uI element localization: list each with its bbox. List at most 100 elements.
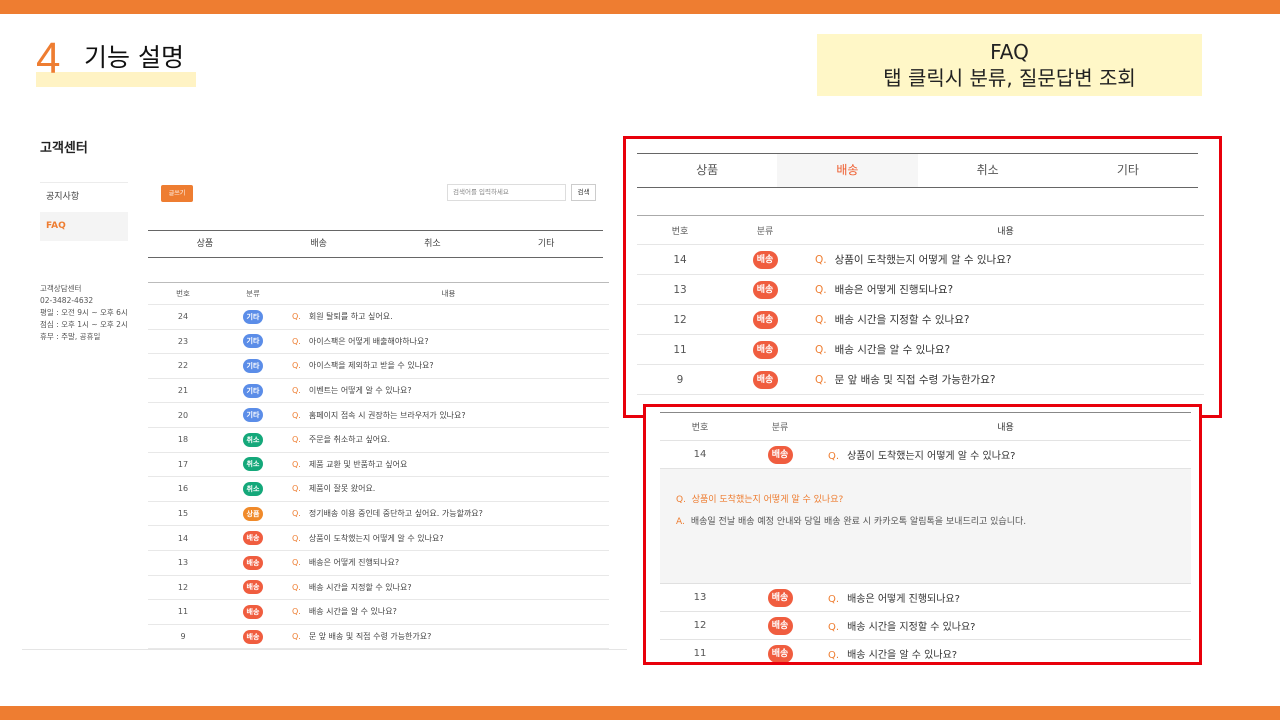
category-badge: 배송 [752, 280, 778, 299]
row-question: Q. 상품이 도착했는지 어떻게 알 수 있나요? [807, 252, 1204, 267]
table-row[interactable]: 13 배송 Q. 배송은 어떻게 진행되나요? [660, 584, 1191, 612]
tab-cancel[interactable]: 취소 [918, 154, 1058, 187]
tab-cancel[interactable]: 취소 [376, 231, 490, 257]
q-marker: Q. [292, 484, 301, 494]
row-question: Q. 배송 시간을 지정할 수 있나요? [807, 312, 1204, 327]
contact-lunch: 점심 : 오후 1시 ~ 오후 2시 [40, 320, 128, 329]
table-row[interactable]: 13 배송 Q. 배송은 어떻게 진행되나요? [637, 275, 1204, 305]
row-question: Q. 상품이 도착했는지 어떻게 알 수 있나요? [288, 533, 609, 544]
category-badge: 배송 [767, 445, 793, 464]
table-row[interactable]: 12 배송 Q. 배송 시간을 지정할 수 있나요? [660, 612, 1191, 640]
table-row[interactable]: 11 배송 Q. 배송 시간을 알 수 있나요? [148, 600, 609, 625]
question-text: 홈페이지 접속 시 권장하는 브라우저가 있나요? [308, 410, 466, 420]
category-badge: 기타 [243, 408, 263, 423]
row-number: 14 [177, 533, 189, 543]
category-badge: 배송 [752, 250, 778, 269]
table-row[interactable]: 18 취소 Q. 주문을 취소하고 싶어요. [148, 428, 609, 453]
row-question: Q. 정기배송 이용 중인데 중단하고 싶어요. 가능할까요? [288, 508, 609, 519]
category-badge: 배송 [243, 531, 263, 546]
side-menu-faq[interactable]: FAQ [40, 212, 128, 241]
answer-question: Q. 상품이 도착했는지 어떻게 알 수 있나요? [676, 489, 1175, 511]
table-row[interactable]: 16 취소 Q. 제품이 잘못 왔어요. [148, 477, 609, 502]
search-button[interactable]: 검색 [571, 184, 596, 201]
question-text: 정기배송 이용 중인데 중단하고 싶어요. 가능할까요? [308, 509, 483, 519]
category-badge: 상품 [243, 506, 263, 521]
q-marker: Q. [828, 594, 840, 605]
answer-text: A. 배송일 전날 배송 예정 안내와 당일 배송 완료 시 카카오톡 알림톡을 … [676, 511, 1175, 533]
table-row[interactable]: 11 배송 Q. 배송 시간을 알 수 있나요? [637, 335, 1204, 365]
category-badge: 취소 [243, 432, 263, 447]
tab-delivery[interactable]: 배송 [262, 231, 376, 257]
q-marker: Q. [815, 254, 827, 266]
contact-holiday: 휴무 : 주말, 공휴일 [40, 332, 101, 341]
row-category-cell: 배송 [218, 580, 288, 595]
row-number: 13 [673, 283, 687, 296]
write-button[interactable]: 글쓰기 [161, 185, 193, 202]
q-marker: Q. [828, 451, 840, 462]
row-question: Q. 주문을 취소하고 싶어요. [288, 434, 609, 445]
table-row[interactable]: 20 기타 Q. 홈페이지 접속 시 권장하는 브라우저가 있나요? [148, 403, 609, 428]
question-text: 주문을 취소하고 싶어요. [308, 435, 391, 445]
category-badge: 취소 [243, 481, 263, 496]
row-category-cell: 배송 [740, 445, 820, 464]
header-number: 번호 [176, 289, 190, 298]
tab-product[interactable]: 상품 [637, 154, 777, 187]
side-menu-notice[interactable]: 공지사항 [40, 183, 128, 212]
table-row[interactable]: 14 배송 Q. 상품이 도착했는지 어떻게 알 수 있나요? [148, 526, 609, 551]
table-row[interactable]: 9 배송 Q. 문 앞 배송 및 직접 수령 가능한가요? [637, 365, 1204, 395]
table-row[interactable]: 22 기타 Q. 아이스팩을 제외하고 받을 수 있나요? [148, 354, 609, 379]
table-row[interactable]: 12 배송 Q. 배송 시간을 지정할 수 있나요? [148, 576, 609, 601]
q-marker: Q. [292, 312, 301, 322]
header-content: 내용 [441, 289, 456, 298]
tab-etc[interactable]: 기타 [489, 231, 603, 257]
tab-etc[interactable]: 기타 [1058, 154, 1198, 187]
row-question: Q. 아이스팩은 어떻게 배출해야하나요? [288, 336, 609, 347]
table-row[interactable]: 12 배송 Q. 배송 시간을 지정할 수 있나요? [637, 305, 1204, 335]
question-text: 상품이 도착했는지 어떻게 알 수 있나요? [834, 254, 1012, 266]
header-category: 분류 [771, 423, 789, 433]
table-row[interactable]: 17 취소 Q. 제품 교환 및 반품하고 싶어요 [148, 453, 609, 478]
row-question: Q. 이벤트는 어떻게 알 수 있나요? [288, 385, 609, 396]
question-text: 아이스팩을 제외하고 받을 수 있나요? [308, 361, 434, 371]
q-marker: Q. [292, 558, 301, 568]
table-row-expanded[interactable]: 14 배송 Q. 상품이 도착했는지 어떻게 알 수 있나요? [660, 441, 1191, 469]
table-row[interactable]: 11 배송 Q. 배송 시간을 알 수 있나요? [660, 640, 1191, 662]
table-row[interactable]: 14 배송 Q. 상품이 도착했는지 어떻게 알 수 있나요? [637, 245, 1204, 275]
q-marker: Q. [292, 607, 301, 617]
row-number: 11 [673, 343, 687, 356]
delivery-tab-highlight: 상품 배송 취소 기타 번호 분류 내용 14 배송 Q. 상품이 도착했는지 어떻게… [623, 136, 1222, 418]
table-row[interactable]: 23 기타 Q. 아이스팩은 어떻게 배출해야하나요? [148, 330, 609, 355]
row-category-cell: 취소 [218, 481, 288, 496]
tab-delivery[interactable]: 배송 [777, 154, 918, 187]
question-text: 이벤트는 어떻게 알 수 있나요? [308, 386, 412, 396]
bottom-accent-bar [0, 706, 1280, 720]
row-category-cell: 배송 [723, 370, 807, 389]
tab-product[interactable]: 상품 [148, 231, 262, 257]
answer-q-marker: Q. [676, 495, 686, 505]
search-input[interactable]: 검색어를 입력하세요 [447, 184, 566, 201]
table-row[interactable]: 21 기타 Q. 이벤트는 어떻게 알 수 있나요? [148, 379, 609, 404]
row-category-cell: 배송 [740, 644, 820, 662]
question-text: 배송 시간을 지정할 수 있나요? [847, 622, 976, 633]
table-row[interactable]: 13 배송 Q. 배송은 어떻게 진행되나요? [148, 551, 609, 576]
row-number: 21 [177, 386, 189, 396]
faq-page-screenshot: 고객센터 공지사항 FAQ 고객상담센터 02-3482-4632 평일 : 오… [22, 120, 627, 650]
table-row[interactable]: 15 상품 Q. 정기배송 이용 중인데 중단하고 싶어요. 가능할까요? [148, 502, 609, 527]
row-category-cell: 배송 [723, 310, 807, 329]
question-text: 배송은 어떻게 진행되나요? [308, 558, 400, 568]
q-marker: Q. [815, 344, 827, 356]
table-row[interactable]: 9 배송 Q. 문 앞 배송 및 직접 수령 가능한가요? [148, 625, 609, 650]
q-marker: Q. [292, 386, 301, 396]
category-badge: 배송 [243, 629, 263, 644]
row-question: Q. 배송 시간을 지정할 수 있나요? [288, 582, 609, 593]
table-row[interactable]: 24 기타 Q. 회원 탈퇴를 하고 싶어요. [148, 305, 609, 330]
row-category-cell: 배송 [723, 250, 807, 269]
row-question: Q. 배송은 어떻게 진행되나요? [820, 590, 1191, 605]
category-badge: 배송 [752, 310, 778, 329]
row-number: 15 [177, 509, 189, 519]
row-number: 11 [693, 648, 707, 659]
row-category-cell: 취소 [218, 457, 288, 472]
row-number: 20 [177, 410, 189, 420]
row-category-cell: 배송 [218, 555, 288, 570]
category-badge: 배송 [767, 644, 793, 662]
